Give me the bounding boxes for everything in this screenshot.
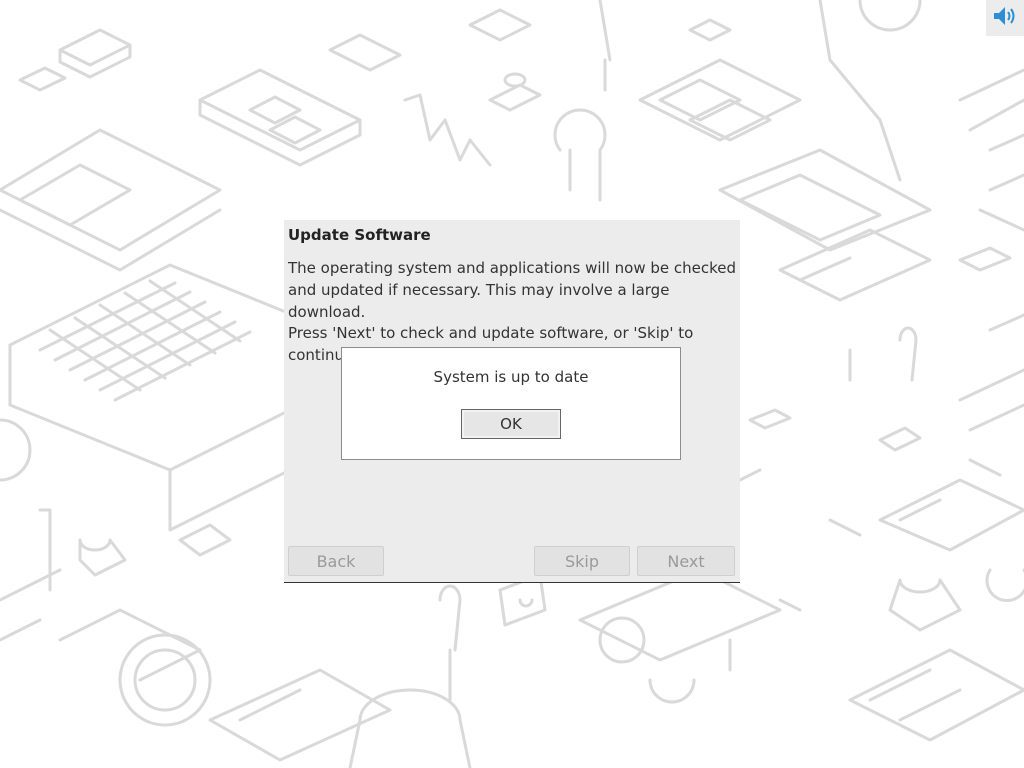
dialog-title: Update Software [288, 226, 431, 244]
volume-button[interactable] [986, 0, 1024, 36]
next-button[interactable]: Next [637, 546, 735, 576]
message-text: System is up to date [433, 368, 589, 386]
back-button[interactable]: Back [288, 546, 384, 576]
volume-icon [992, 5, 1018, 31]
message-box: System is up to date OK [341, 347, 681, 460]
desktop: Update Software The operating system and… [0, 0, 1024, 768]
skip-button[interactable]: Skip [534, 546, 630, 576]
ok-button[interactable]: OK [461, 409, 561, 439]
dialog-description: The operating system and applications wi… [288, 259, 737, 321]
